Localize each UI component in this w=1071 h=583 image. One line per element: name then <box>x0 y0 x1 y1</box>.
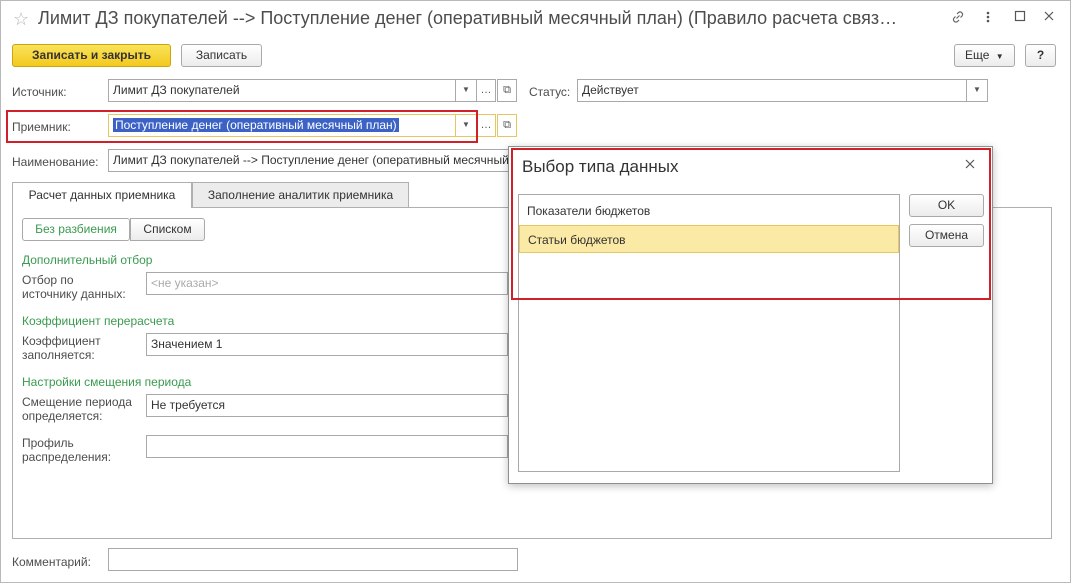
source-dropdown-button[interactable]: ▼ <box>455 79 477 102</box>
filter-label-line2: источнику данных: <box>22 287 126 301</box>
window-title: Лимит ДЗ покупателей --> Поступление ден… <box>38 8 898 28</box>
form-window: ☆ Лимит ДЗ покупателей --> Поступление д… <box>0 0 1071 583</box>
more-vertical-icon[interactable] <box>981 10 995 27</box>
tab-connector <box>13 206 191 208</box>
coef-label-line2: заполняется: <box>22 348 95 362</box>
tab-receiver-analytics[interactable]: Заполнение аналитик приемника <box>192 182 409 208</box>
more-button-label: Еще <box>965 48 990 62</box>
shift-field[interactable]: Не требуется <box>146 394 508 417</box>
list-split-toggle[interactable]: Списком <box>130 218 205 241</box>
filter-field[interactable]: <не указан> <box>146 272 508 295</box>
shift-header: Настройки смещения периода <box>22 375 192 389</box>
link-icon[interactable] <box>949 10 967 27</box>
save-and-close-button[interactable]: Записать и закрыть <box>12 44 171 67</box>
filter-label-line1: Отбор по <box>22 273 74 287</box>
receiver-select-button[interactable]: … <box>476 114 496 137</box>
receiver-highlight <box>6 110 478 143</box>
profile-label-line1: Профиль <box>22 436 74 450</box>
source-select-button[interactable]: … <box>476 79 496 102</box>
no-split-toggle[interactable]: Без разбиения <box>22 218 130 241</box>
profile-label-line2: распределения: <box>22 450 112 464</box>
ellipsis-icon: … <box>480 119 492 131</box>
receiver-open-button[interactable]: ⧉ <box>497 114 517 137</box>
open-window-icon: ⧉ <box>503 84 511 96</box>
coef-label-line1: Коэффициент <box>22 334 101 348</box>
dialog-highlight <box>511 148 991 300</box>
ellipsis-icon: … <box>480 84 492 96</box>
comment-field[interactable] <box>108 548 518 571</box>
coef-header: Коэффициент перерасчета <box>22 314 175 328</box>
source-open-button[interactable]: ⧉ <box>497 79 517 102</box>
coef-field[interactable]: Значением 1 <box>146 333 508 356</box>
profile-field[interactable] <box>146 435 508 458</box>
chevron-down-icon: ▼ <box>462 85 470 94</box>
favorite-star-icon[interactable]: ☆ <box>13 9 29 30</box>
source-label: Источник: <box>12 85 67 99</box>
coef-label: Коэффициент заполняется: <box>22 334 101 362</box>
name-field[interactable]: Лимит ДЗ покупателей --> Поступление ден… <box>108 149 528 172</box>
chevron-down-icon: ▼ <box>973 85 981 94</box>
filter-label: Отбор по источнику данных: <box>22 273 126 301</box>
source-field[interactable]: Лимит ДЗ покупателей <box>108 79 456 102</box>
status-label: Статус: <box>529 85 571 99</box>
shift-label-line1: Смещение периода <box>22 395 132 409</box>
help-button[interactable]: ? <box>1025 44 1056 67</box>
chevron-down-icon: ▼ <box>995 52 1004 61</box>
status-dropdown-button[interactable]: ▼ <box>966 79 988 102</box>
status-field[interactable]: Действует <box>577 79 967 102</box>
profile-label: Профиль распределения: <box>22 436 111 464</box>
open-window-icon: ⧉ <box>503 119 511 131</box>
save-button[interactable]: Записать <box>181 44 262 67</box>
shift-label-line2: определяется: <box>22 409 103 423</box>
comment-label: Комментарий: <box>12 555 91 569</box>
name-label: Наименование: <box>12 155 99 169</box>
maximize-icon[interactable] <box>1012 10 1028 25</box>
tab-receiver-calculation[interactable]: Расчет данных приемника <box>12 182 192 208</box>
close-icon[interactable] <box>1041 10 1057 25</box>
extra-filter-header: Дополнительный отбор <box>22 253 153 267</box>
shift-label: Смещение периода определяется: <box>22 395 132 423</box>
more-button[interactable]: Еще ▼ <box>954 44 1015 67</box>
